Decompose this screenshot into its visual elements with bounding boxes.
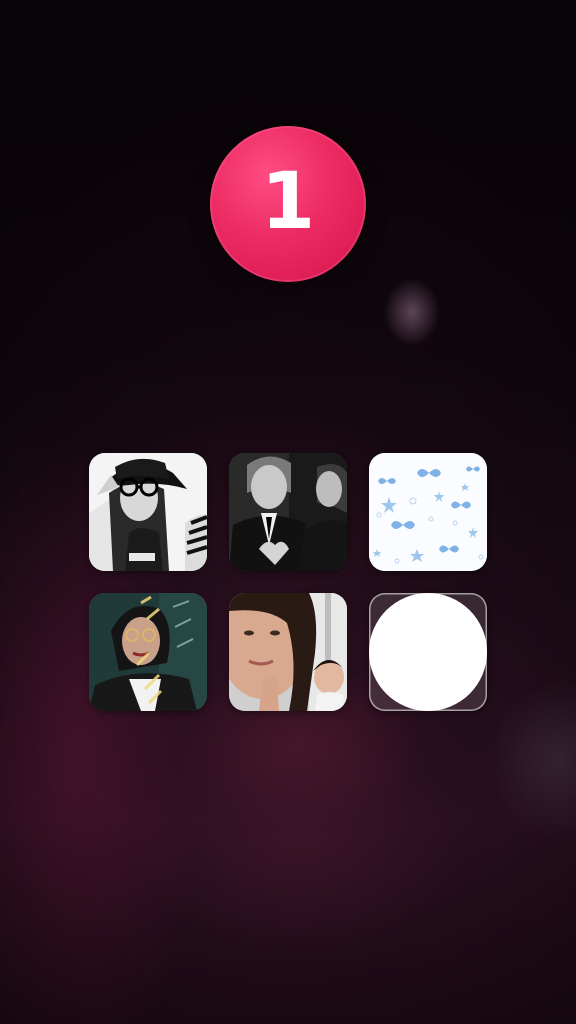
grid-tile-3[interactable] (369, 453, 487, 571)
grid-tile-2[interactable] (229, 453, 347, 571)
photo-suit-heart-hands-icon (229, 453, 347, 571)
grid-tile-5[interactable] (229, 593, 347, 711)
photo-hat-glasses-icon (89, 453, 207, 571)
counter-badge: 1 (210, 126, 366, 282)
grid-tile-1[interactable] (89, 453, 207, 571)
white-dot-icon (369, 593, 487, 711)
photo-selfie-icon (229, 593, 347, 711)
photo-butterfly-pattern-icon (369, 453, 487, 571)
counter-value: 1 (260, 157, 316, 247)
grid-tile-6[interactable] (369, 593, 487, 711)
photo-glasses-portrait-icon (89, 593, 207, 711)
grid-tile-4[interactable] (89, 593, 207, 711)
